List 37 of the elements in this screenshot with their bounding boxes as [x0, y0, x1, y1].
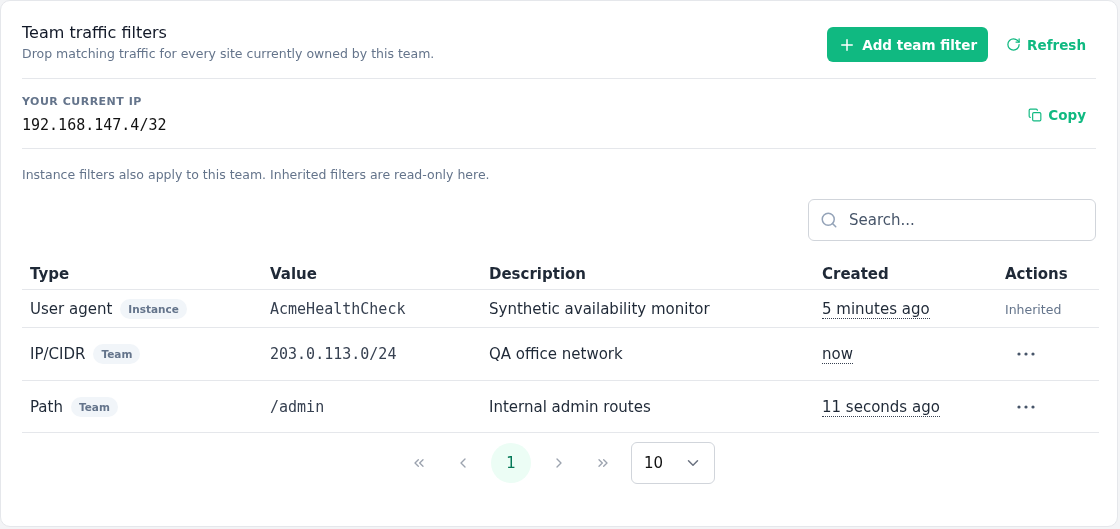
value-text: AcmeHealthCheck: [270, 299, 406, 318]
created-time: 5 minutes ago: [822, 299, 930, 319]
copy-icon: [1028, 107, 1043, 122]
copy-button[interactable]: Copy: [1028, 106, 1096, 123]
ellipsis-icon: [1017, 352, 1035, 356]
add-filter-button[interactable]: Add team filter: [827, 27, 989, 62]
type-text: User agent: [30, 299, 113, 318]
inherited-label: Inherited: [1005, 301, 1062, 317]
column-header: Description: [481, 259, 814, 290]
page-button[interactable]: 1: [491, 443, 531, 483]
created-time: now: [822, 345, 853, 364]
value-text: /admin: [270, 397, 325, 416]
column-header: Value: [262, 259, 481, 290]
column-header: Actions: [997, 259, 1099, 290]
ip-value: 192.168.147.4/32: [22, 116, 167, 134]
value-text: 203.0.113.0/24: [270, 345, 397, 363]
description-text: Synthetic availability monitor: [489, 299, 710, 318]
description-text: Internal admin routes: [489, 397, 651, 416]
info-note: Instance filters also apply to this team. Inherited filters are read-only here.: [22, 167, 491, 182]
type-text: Path: [30, 397, 63, 416]
refresh-button[interactable]: Refresh: [1006, 36, 1096, 53]
ip-label: YOUR CURRENT IP: [22, 95, 143, 108]
type-text: IP/CIDR: [30, 345, 86, 363]
refresh-icon: [1006, 37, 1022, 52]
column-header: Type: [22, 259, 262, 290]
description-text: QA office network: [489, 345, 623, 363]
scope-tag: Team: [70, 396, 118, 417]
search-icon: [820, 211, 838, 229]
column-header: Created: [814, 259, 997, 290]
created-time: 11 seconds ago: [822, 397, 940, 417]
page-size-select[interactable]: 10: [631, 442, 715, 484]
ellipsis-icon: [1017, 404, 1035, 409]
search-field[interactable]: Search...: [808, 199, 1096, 241]
panel-title: Team traffic filters: [22, 23, 168, 42]
scope-tag: Instance: [120, 298, 187, 319]
scope-tag: Team: [93, 344, 141, 364]
panel-subtitle: Drop matching traffic for every site currently owned by this team.: [22, 46, 435, 61]
